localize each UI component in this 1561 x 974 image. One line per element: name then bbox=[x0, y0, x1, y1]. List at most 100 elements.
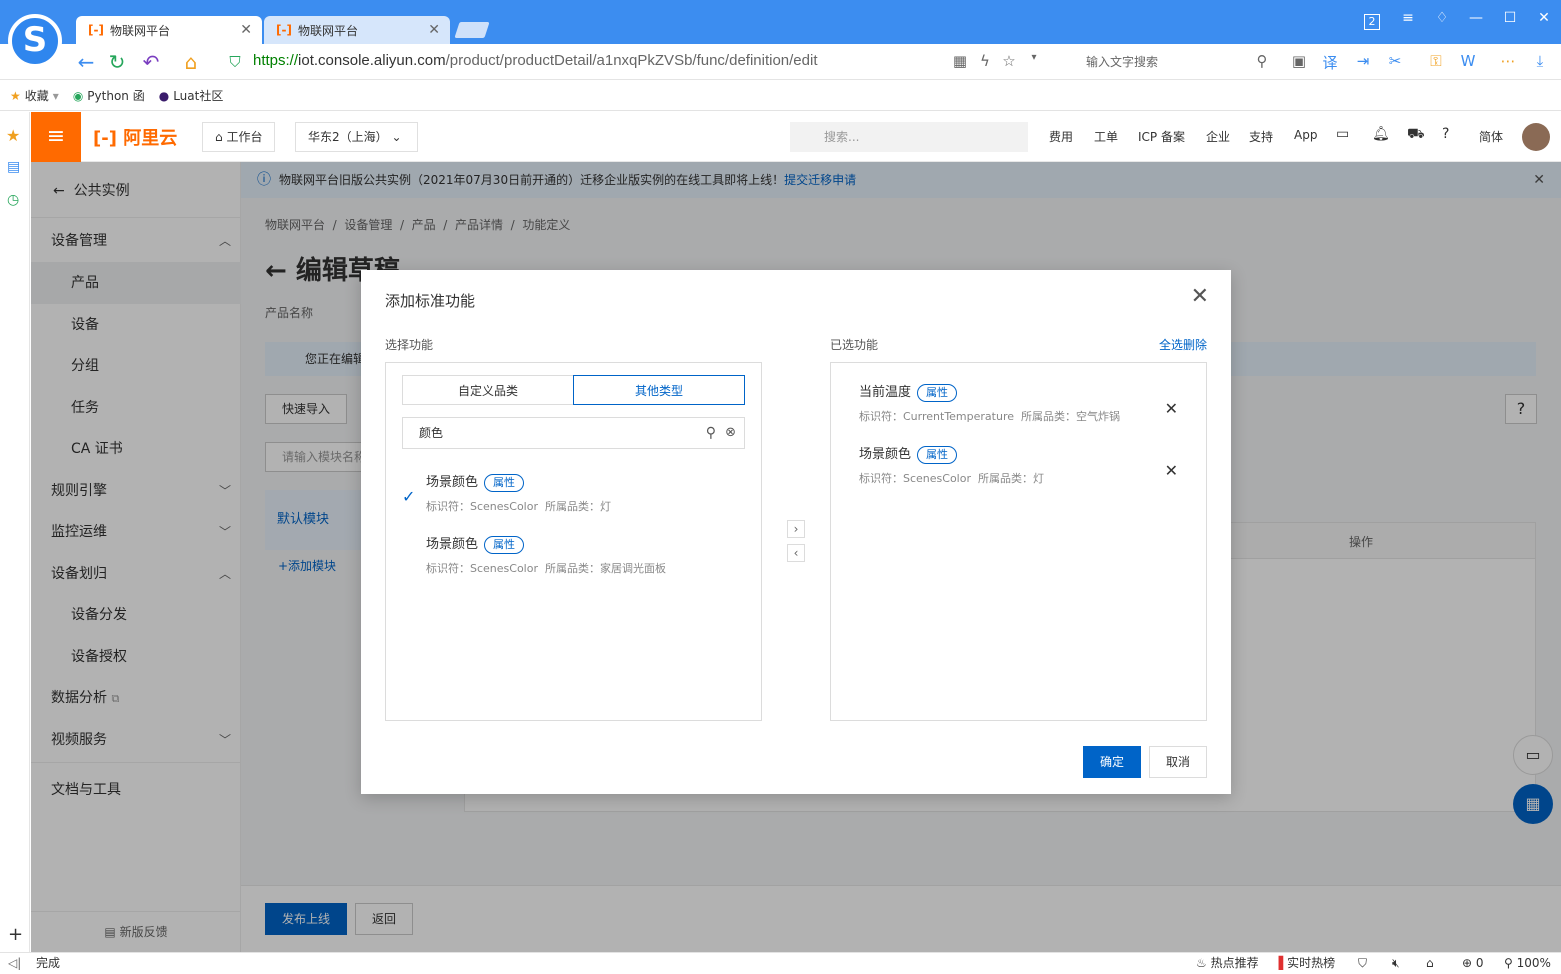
reader-icon[interactable]: ▤ bbox=[7, 159, 20, 175]
hot-recommend[interactable]: ♨ 热点推荐 bbox=[1196, 953, 1259, 974]
check-icon: ✓ bbox=[402, 487, 416, 506]
nav-icp[interactable]: ICP 备案 bbox=[1138, 128, 1185, 145]
zoom-level[interactable]: ⚲ 100% bbox=[1504, 953, 1551, 974]
translate-icon[interactable]: 译 bbox=[1320, 52, 1340, 73]
home-icon[interactable]: ⌂ bbox=[180, 50, 202, 74]
extension-icon[interactable]: ▣ bbox=[1289, 52, 1309, 70]
add-standard-function-dialog: 添加标准功能 ✕ 选择功能 已选功能 全选删除 自定义品类 其他类型 颜色 ⚲ … bbox=[361, 270, 1231, 794]
trending[interactable]: ▐ 实时热榜 bbox=[1274, 953, 1335, 974]
browser-search-input[interactable]: 输入文字搜索 bbox=[1058, 52, 1276, 72]
nav-ticket[interactable]: 工单 bbox=[1094, 128, 1118, 145]
terminal-icon[interactable]: ▭ bbox=[1336, 126, 1349, 142]
remove-icon[interactable]: ✕ bbox=[1165, 461, 1178, 480]
nav-app[interactable]: App bbox=[1294, 128, 1317, 142]
shield-icon[interactable]: ⛉ bbox=[1358, 953, 1367, 974]
browser-tab-active[interactable]: [-] 物联网平台 ✕ bbox=[76, 16, 262, 44]
close-icon[interactable]: ✕ bbox=[1191, 284, 1209, 309]
mute-icon[interactable]: 🔇︎ bbox=[1392, 953, 1400, 974]
favorites-icon[interactable]: ★ bbox=[6, 126, 20, 145]
remove-icon[interactable]: ✕ bbox=[1165, 399, 1178, 418]
list-item: 当前温度 属性 标识符：CurrentTemperature 所属品类：空气炸锅 bbox=[859, 384, 1120, 423]
nav-support[interactable]: 支持 bbox=[1249, 128, 1273, 145]
browser-logo-icon: S bbox=[8, 14, 62, 68]
url-field[interactable]: https://iot.console.aliyun.com/product/p… bbox=[253, 52, 818, 69]
confirm-button[interactable]: 确定 bbox=[1083, 746, 1141, 778]
star-icon[interactable]: ☆ bbox=[999, 52, 1019, 70]
dialog-title: 添加标准功能 bbox=[385, 292, 476, 310]
workbench-button[interactable]: ⌂ 工作台 bbox=[202, 122, 276, 152]
console-search-input[interactable]: 搜索... bbox=[790, 122, 1028, 152]
select-function-label: 选择功能 bbox=[385, 338, 434, 352]
nav-enterprise[interactable]: 企业 bbox=[1206, 128, 1230, 145]
list-item: 场景颜色 属性 标识符：ScenesColor 所属品类：灯 bbox=[859, 446, 1044, 485]
chart-icon: ▐ bbox=[1274, 956, 1284, 970]
chevron-down-icon[interactable]: ▾ bbox=[1024, 52, 1044, 63]
bell-icon[interactable]: 🔔︎ bbox=[1372, 126, 1390, 142]
clear-icon[interactable]: ⊗ bbox=[725, 418, 736, 448]
bookmark-luat[interactable]: ● Luat社区 bbox=[159, 87, 224, 104]
undo-icon[interactable]: ↶ bbox=[140, 50, 162, 74]
scissors-icon[interactable]: ✂ bbox=[1385, 52, 1405, 70]
close-icon[interactable]: ✕ bbox=[240, 22, 252, 38]
avatar[interactable] bbox=[1522, 123, 1550, 151]
status-bar: ◁| 完成 ♨ 热点推荐 ▐ 实时热榜 ⛉ 🔇︎ ⌂ ⊕ 0 ⚲ 100% bbox=[0, 952, 1561, 974]
property-tag: 属性 bbox=[917, 446, 958, 464]
hamburger-menu-icon[interactable]: ≡ bbox=[31, 112, 81, 162]
language-switch[interactable]: 简体 bbox=[1479, 128, 1503, 145]
lock-icon[interactable]: ⌂ bbox=[1426, 953, 1434, 974]
nav-fee[interactable]: 费用 bbox=[1049, 128, 1073, 145]
qr-icon[interactable]: ▦ bbox=[950, 52, 970, 70]
minimize-icon[interactable]: — bbox=[1466, 10, 1486, 26]
function-search-input[interactable]: 颜色 ⚲ ⊗ bbox=[402, 417, 745, 449]
skin-icon[interactable]: ♢ bbox=[1432, 10, 1452, 26]
refresh-icon[interactable]: ↻ bbox=[106, 50, 128, 74]
region-selector[interactable]: 华东2（上海） ⌄ bbox=[295, 122, 418, 152]
tab-title: 物联网平台 bbox=[109, 23, 170, 38]
search-icon[interactable]: ⚲ bbox=[1252, 52, 1272, 70]
key-icon[interactable]: ⚿ bbox=[1426, 52, 1446, 70]
browser-tab[interactable]: [-] 物联网平台 ✕ bbox=[264, 16, 450, 44]
secure-shield-icon: ⛉ bbox=[229, 53, 241, 71]
help-icon[interactable]: ? bbox=[1442, 126, 1449, 142]
move-right-button[interactable]: › bbox=[787, 520, 805, 538]
aliyun-favicon-icon: [-] bbox=[276, 23, 292, 37]
select-panel: 自定义品类 其他类型 颜色 ⚲ ⊗ ✓ 场景颜色 属性 标识符：ScenesCol… bbox=[385, 362, 762, 721]
back-icon[interactable]: ← bbox=[75, 50, 97, 74]
list-item[interactable]: 场景颜色 属性 标识符：ScenesColor 所属品类：家居调光面板 bbox=[426, 533, 666, 576]
python-icon: ◉ bbox=[72, 88, 84, 103]
move-left-button[interactable]: ‹ bbox=[787, 544, 805, 562]
tab-custom-category[interactable]: 自定义品类 bbox=[402, 375, 574, 405]
close-icon[interactable]: ✕ bbox=[428, 22, 440, 38]
window-count-badge[interactable]: 2 bbox=[1364, 14, 1380, 30]
bookmark-python[interactable]: ◉ Python 函 bbox=[73, 87, 145, 104]
star-icon: ★ bbox=[10, 88, 21, 103]
tab-title: 物联网平台 bbox=[297, 23, 358, 38]
maximize-icon[interactable]: ☐ bbox=[1500, 10, 1520, 26]
more-icon[interactable]: ⋯ bbox=[1498, 52, 1518, 70]
selected-function-label: 已选功能 bbox=[830, 338, 879, 352]
menu-icon[interactable]: ≡ bbox=[1398, 10, 1418, 26]
add-icon[interactable]: + bbox=[8, 924, 23, 945]
search-icon[interactable]: ⚲ bbox=[706, 418, 716, 448]
word-icon[interactable]: W bbox=[1458, 52, 1478, 70]
property-tag: 属性 bbox=[484, 474, 525, 492]
tab-other-type[interactable]: 其他类型 bbox=[573, 375, 745, 405]
chevron-down-icon: ▾ bbox=[52, 88, 59, 103]
download-icon[interactable]: ⤓ bbox=[1530, 52, 1550, 70]
delete-all-link[interactable]: 全选删除 bbox=[1159, 336, 1207, 353]
property-tag: 属性 bbox=[917, 384, 958, 402]
lightning-icon[interactable]: ϟ bbox=[975, 52, 995, 70]
cart-icon[interactable]: ⛟ bbox=[1407, 126, 1425, 144]
login-icon[interactable]: ⇥ bbox=[1353, 52, 1373, 70]
history-icon[interactable]: ◷ bbox=[7, 192, 19, 208]
sidebar-toggle-icon[interactable]: ◁| bbox=[8, 953, 21, 974]
aliyun-logo[interactable]: [-] 阿里云 bbox=[93, 124, 177, 150]
status-text: 完成 bbox=[36, 956, 61, 970]
bookmark-favorites[interactable]: ★ 收藏 ▾ bbox=[10, 87, 59, 104]
property-tag: 属性 bbox=[484, 536, 525, 554]
list-item[interactable]: 场景颜色 属性 标识符：ScenesColor 所属品类：灯 bbox=[426, 471, 611, 514]
new-tab-button[interactable] bbox=[454, 22, 490, 38]
cancel-button[interactable]: 取消 bbox=[1149, 746, 1207, 778]
download-counter[interactable]: ⊕ 0 bbox=[1462, 953, 1484, 974]
close-window-icon[interactable]: ✕ bbox=[1534, 10, 1554, 26]
